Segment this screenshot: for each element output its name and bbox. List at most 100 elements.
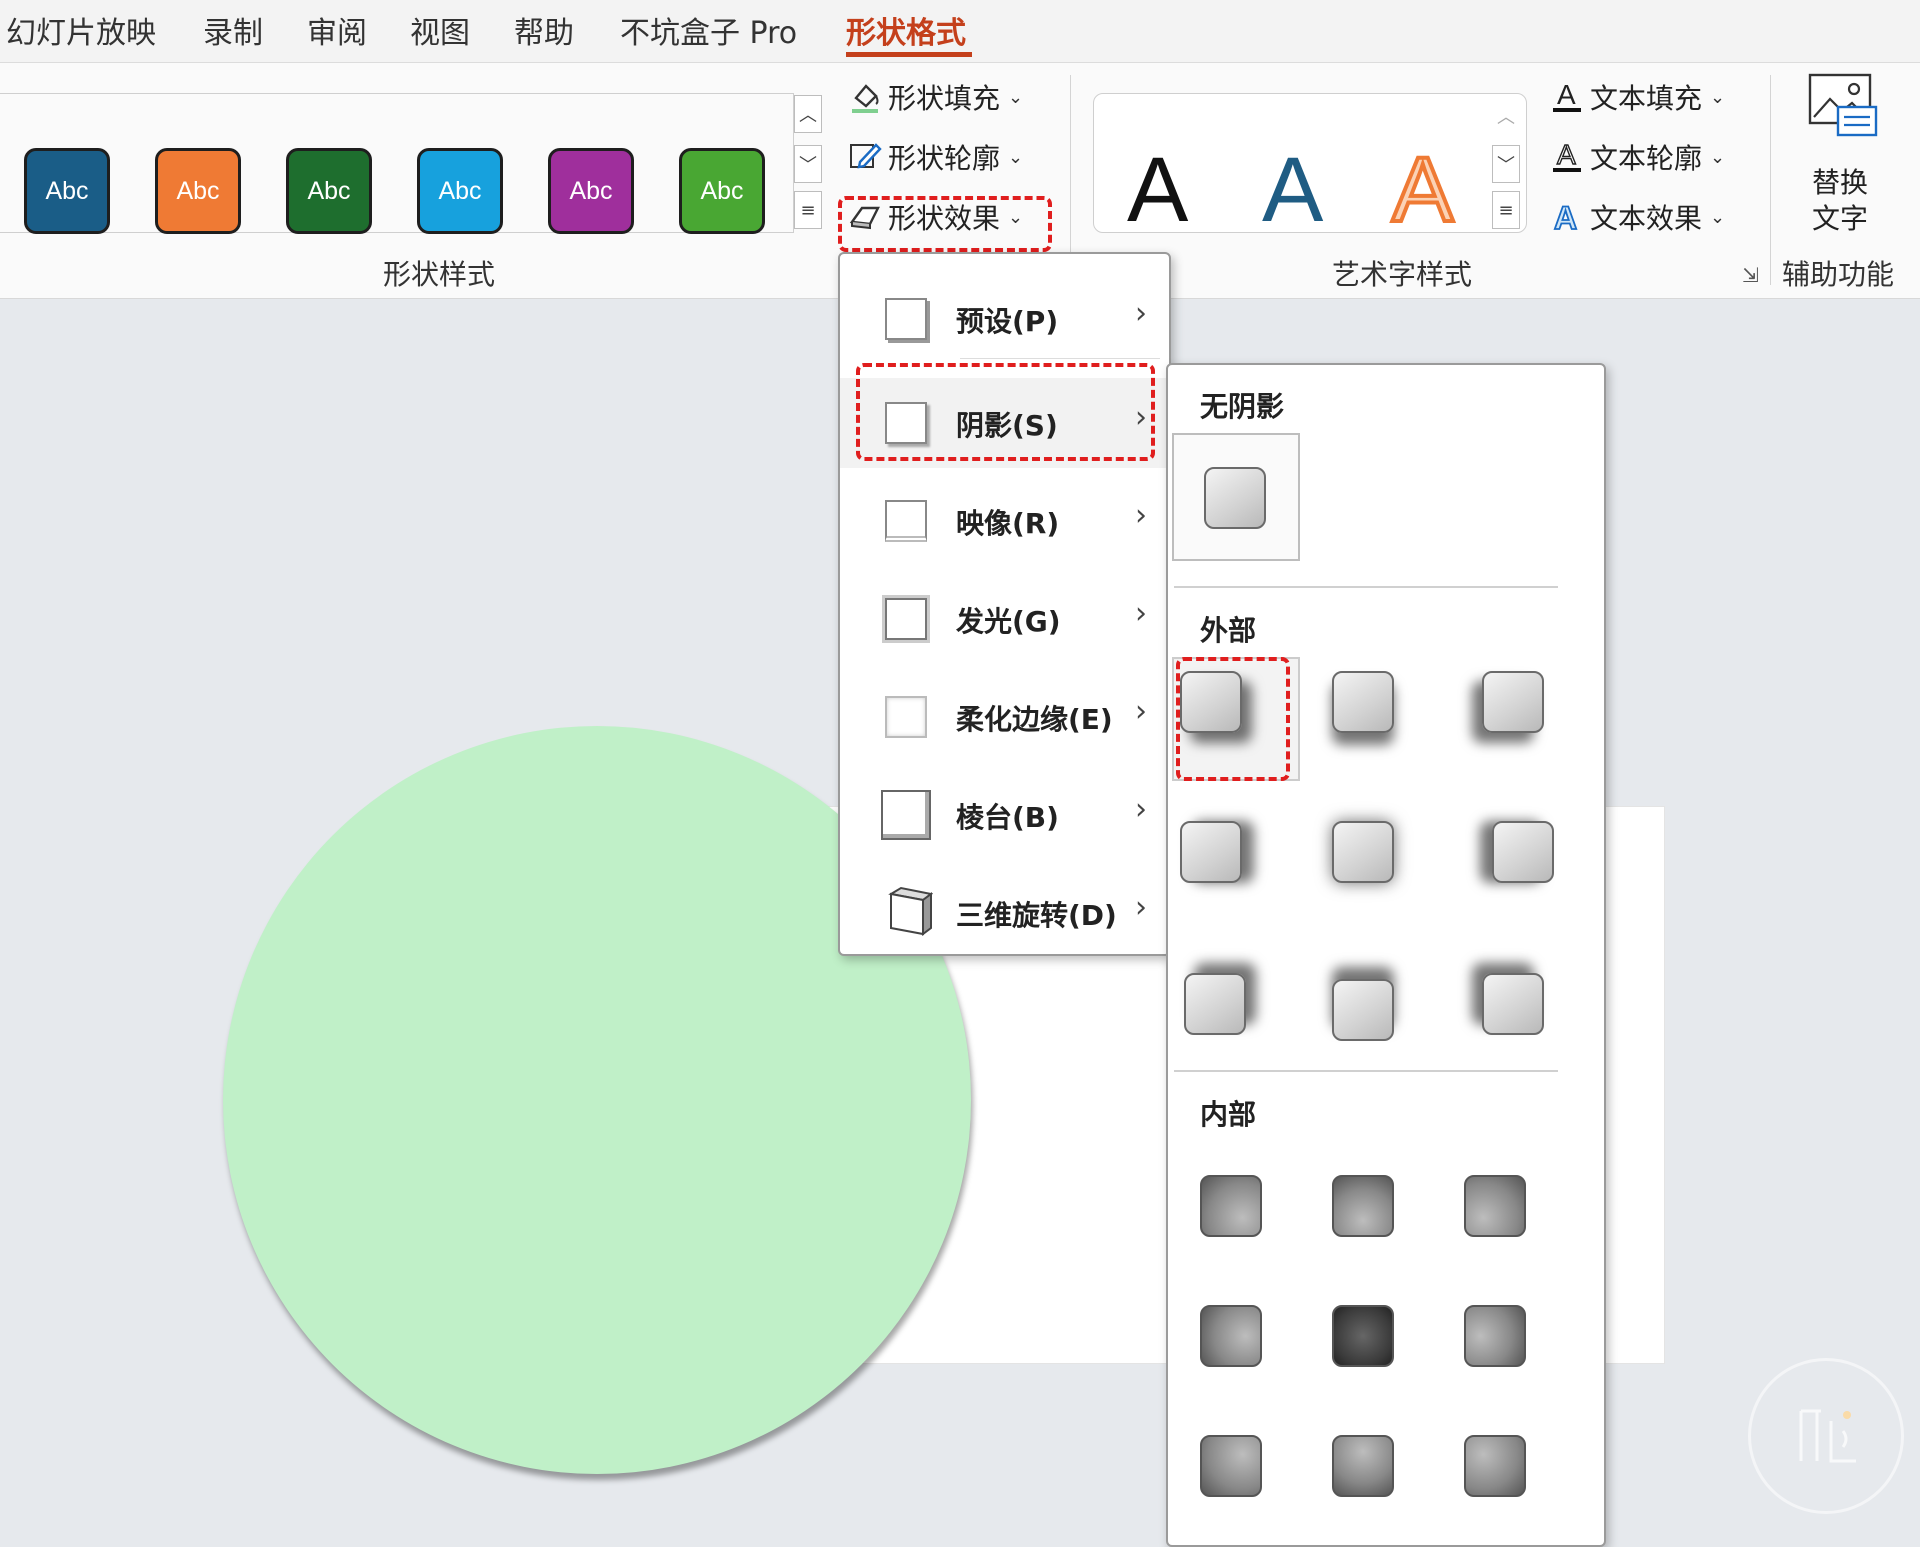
inner-shadow-option[interactable]	[1332, 1305, 1394, 1367]
tab-view[interactable]: 视图	[410, 8, 470, 52]
outer-shadow-option[interactable]	[1332, 821, 1394, 883]
section-title-no-shadow: 无阴影	[1200, 390, 1285, 423]
tab-help[interactable]: 帮助	[514, 8, 574, 52]
chevron-right-icon: ›	[1135, 498, 1147, 533]
preset-icon	[885, 298, 927, 340]
outer-shadow-option[interactable]	[1492, 821, 1554, 883]
tab-bukenghezi-pro[interactable]: 不坑盒子 Pro	[620, 8, 797, 52]
shape-style-tile[interactable]: Abc	[155, 148, 241, 234]
wordart-sample[interactable]: A	[1262, 144, 1323, 236]
more-icon: ≡	[1498, 199, 1514, 221]
text-fill-label: 文本填充	[1590, 82, 1703, 115]
shape-style-label: Abc	[307, 176, 351, 205]
wordart-scroll-up-button[interactable]: ︿	[1492, 97, 1520, 135]
chevron-down-icon: ﹀	[1497, 155, 1515, 176]
ribbon-tab-bar: 幻灯片放映 录制 审阅 视图 帮助 不坑盒子 Pro 形状格式	[0, 0, 1920, 63]
dialog-launcher-icon[interactable]: ⇲	[1742, 263, 1759, 287]
shape-style-tile[interactable]: Abc	[24, 148, 110, 234]
outer-shadow-option[interactable]	[1332, 979, 1394, 1041]
highlight-outer-offset-option	[1176, 657, 1290, 781]
outer-shadow-option[interactable]	[1482, 973, 1544, 1035]
menu-item-reflection[interactable]: 映像(R) ›	[840, 476, 1169, 566]
inner-shadow-option[interactable]	[1464, 1305, 1526, 1367]
inner-shadow-option[interactable]	[1200, 1435, 1262, 1497]
menu-item-glow[interactable]: 发光(G) ›	[840, 574, 1169, 664]
menu-item-preset[interactable]: 预设(P) ›	[840, 274, 1169, 364]
text-effects-icon: A	[1548, 198, 1586, 236]
wordart-styles-gallery: A A A	[1093, 93, 1527, 238]
svg-text:A: A	[1557, 139, 1576, 170]
group-label-wordart-styles: 艺术字样式	[1332, 258, 1473, 291]
shape-style-tile[interactable]: Abc	[548, 148, 634, 234]
outer-shadow-option[interactable]	[1180, 821, 1242, 883]
3d-rotation-icon	[885, 884, 934, 936]
text-fill-button[interactable]: A 文本填充 ⌄	[1548, 77, 1725, 117]
menu-item-bevel[interactable]: 棱台(B) ›	[840, 770, 1169, 860]
svg-text:A: A	[1557, 79, 1576, 110]
shape-styles-gallery: Abc Abc Abc Abc Abc Abc	[0, 93, 794, 234]
chevron-right-icon: ›	[1135, 694, 1147, 729]
chevron-right-icon: ›	[1135, 890, 1147, 925]
shape-outline-button[interactable]: 形状轮廓 ⌄	[846, 137, 1023, 177]
alt-text-button[interactable]: 替换 文字	[1790, 69, 1890, 235]
chevron-up-icon: ︿	[1497, 107, 1515, 128]
watermark-logo	[1748, 1358, 1904, 1514]
pencil-icon	[846, 138, 884, 176]
menu-item-label: 发光(G)	[956, 605, 1061, 638]
inner-shadow-option[interactable]	[1464, 1435, 1526, 1497]
inner-shadow-option[interactable]	[1464, 1175, 1526, 1237]
menu-item-3d-rotation[interactable]: 三维旋转(D) ›	[840, 868, 1169, 958]
shape-style-label: Abc	[176, 176, 220, 205]
tab-slideshow[interactable]: 幻灯片放映	[6, 8, 156, 52]
tab-record[interactable]: 录制	[203, 8, 263, 52]
alt-text-label-line2: 文字	[1811, 202, 1868, 235]
svg-text:A: A	[1554, 200, 1577, 235]
shape-style-tile[interactable]: Abc	[286, 148, 372, 234]
text-fill-icon: A	[1548, 78, 1586, 116]
text-effects-label: 文本效果	[1590, 202, 1703, 235]
chevron-down-icon: ⌄	[1710, 86, 1726, 108]
menu-item-label: 棱台(B)	[956, 801, 1059, 834]
wordart-sample[interactable]: A	[1390, 142, 1455, 238]
shape-style-tile[interactable]: Abc	[679, 148, 765, 234]
reflection-icon	[885, 500, 927, 542]
shape-style-label: Abc	[45, 176, 89, 205]
wordart-sample[interactable]: A	[1127, 144, 1188, 236]
tab-review[interactable]: 审阅	[307, 8, 367, 52]
gallery-scroll-up-button[interactable]: ︿	[794, 95, 822, 133]
section-title-outer: 外部	[1200, 614, 1257, 647]
wordart-more-button[interactable]: ≡	[1492, 191, 1520, 229]
no-shadow-option[interactable]	[1172, 433, 1300, 561]
alt-text-label-line1: 替换	[1811, 166, 1868, 199]
shape-outline-label: 形状轮廓	[888, 142, 1001, 175]
text-effects-button[interactable]: A 文本效果 ⌄	[1548, 197, 1725, 237]
alt-text-icon	[1808, 73, 1878, 143]
soft-edges-icon	[885, 696, 927, 738]
inner-shadow-option[interactable]	[1200, 1305, 1262, 1367]
outer-shadow-option[interactable]	[1332, 671, 1394, 733]
inner-shadow-option[interactable]	[1200, 1175, 1262, 1237]
menu-item-label: 柔化边缘(E)	[956, 703, 1113, 736]
menu-item-soft-edges[interactable]: 柔化边缘(E) ›	[840, 672, 1169, 762]
group-label-shape-styles: 形状样式	[383, 258, 496, 291]
glow-icon	[885, 598, 927, 640]
shadow-preview	[1204, 467, 1266, 529]
outer-shadow-option[interactable]	[1482, 671, 1544, 733]
section-title-inner: 内部	[1200, 1098, 1257, 1131]
inner-shadow-option[interactable]	[1332, 1435, 1394, 1497]
shape-style-tile[interactable]: Abc	[417, 148, 503, 234]
gallery-scroll-down-button[interactable]: ﹀	[794, 145, 822, 183]
shape-style-label: Abc	[569, 176, 613, 205]
more-icon: ≡	[800, 199, 816, 221]
shape-fill-button[interactable]: 形状填充 ⌄	[846, 77, 1023, 117]
shape-style-label: Abc	[438, 176, 482, 205]
outer-shadow-option[interactable]	[1184, 973, 1246, 1035]
wordart-scroll-down-button[interactable]: ﹀	[1492, 145, 1520, 183]
tab-shape-format[interactable]: 形状格式	[846, 8, 966, 52]
bevel-icon	[881, 790, 931, 840]
inner-shadow-option[interactable]	[1332, 1175, 1394, 1237]
text-outline-button[interactable]: A 文本轮廓 ⌄	[1548, 137, 1725, 177]
shape-effects-menu: 预设(P) › 阴影(S) › 映像(R) › 发光(G) › 柔化边缘(E) …	[838, 252, 1171, 956]
chevron-down-icon: ⌄	[1710, 206, 1726, 228]
gallery-more-button[interactable]: ≡	[794, 191, 822, 229]
